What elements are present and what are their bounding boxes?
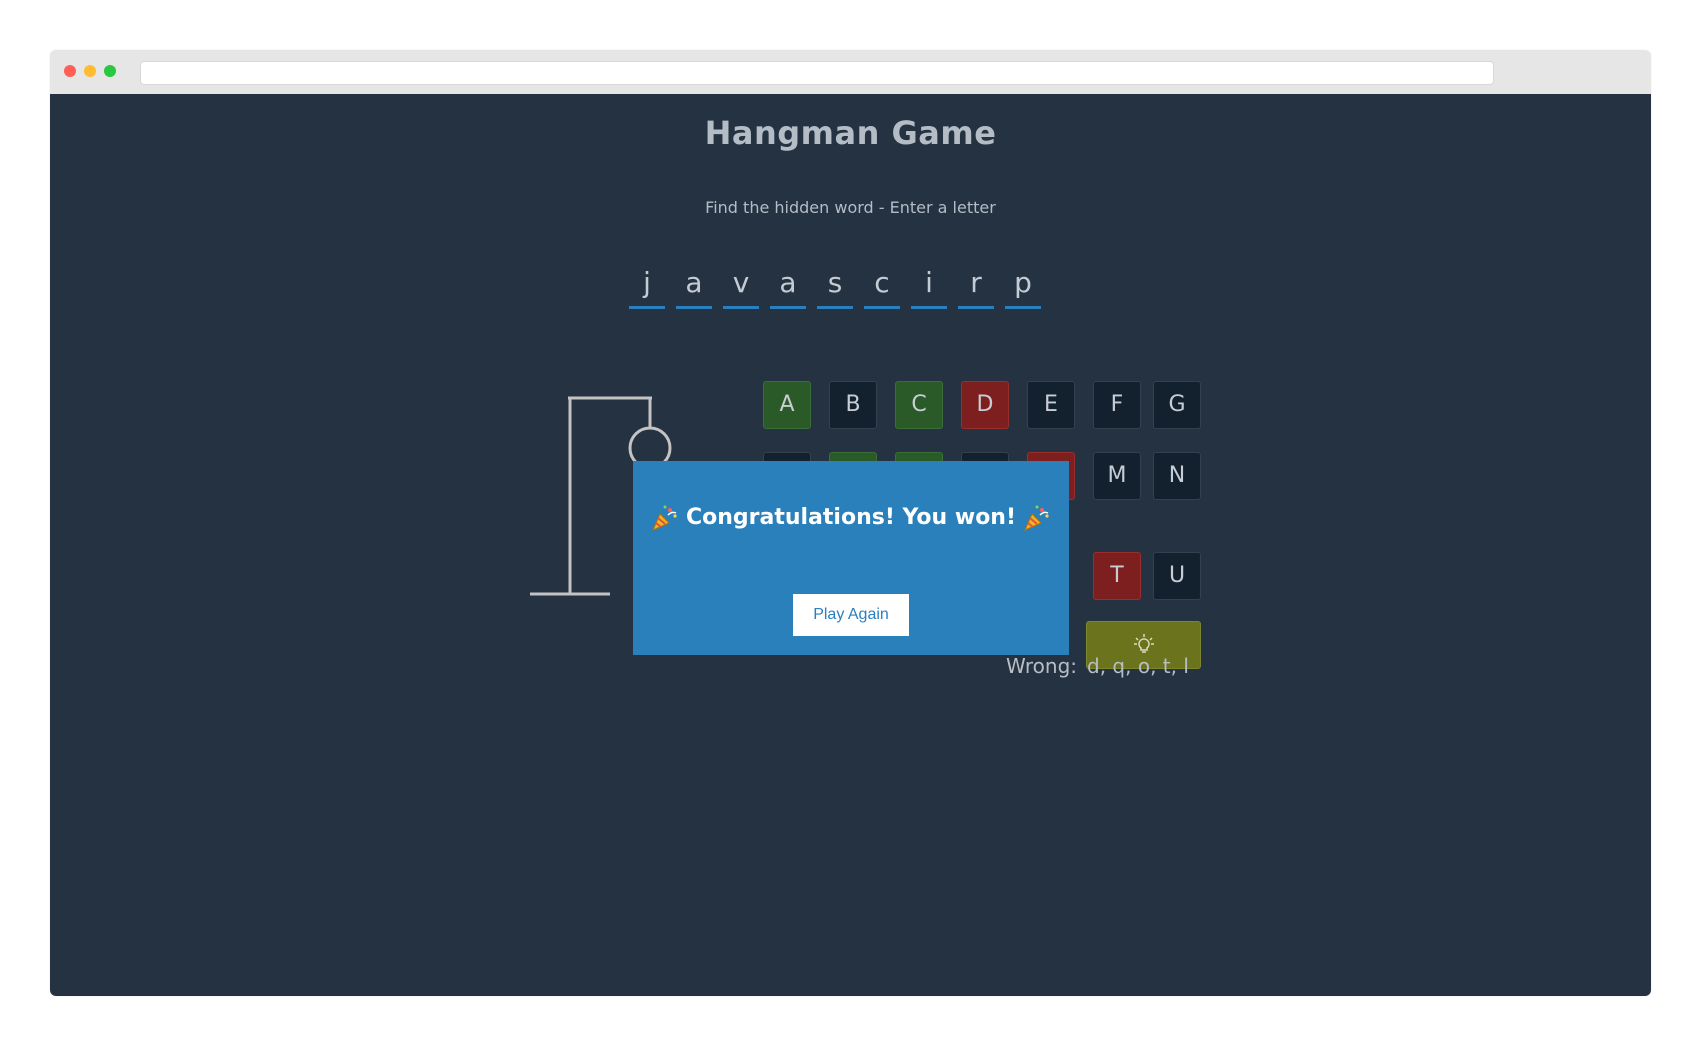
win-modal: Congratulations! You won! Play Again [633, 461, 1069, 655]
key-f[interactable]: F [1093, 381, 1141, 429]
key-m[interactable]: M [1093, 452, 1141, 500]
page-subtitle: Find the hidden word - Enter a letter [705, 198, 996, 217]
key-t[interactable]: T [1093, 552, 1141, 600]
word-letter: c [864, 260, 900, 309]
word-letter: j [629, 260, 665, 309]
key-n[interactable]: N [1153, 452, 1201, 500]
key-c[interactable]: C [895, 381, 943, 429]
word-letter: p [1005, 260, 1041, 309]
play-again-button[interactable]: Play Again [793, 594, 909, 636]
wrong-letters: Wrong: d, q, o, t, l [1006, 654, 1189, 678]
browser-window: Hangman Game Find the hidden word - Ente… [50, 50, 1651, 996]
word-letter: i [911, 260, 947, 309]
lightbulb-icon [1133, 634, 1154, 653]
word-letter: s [817, 260, 853, 309]
wrong-letters-value: d, q, o, t, l [1087, 654, 1189, 678]
game-page: Hangman Game Find the hidden word - Ente… [50, 94, 1651, 996]
address-bar[interactable] [140, 61, 1494, 85]
word-letter: a [676, 260, 712, 309]
win-message: Congratulations! You won! [633, 503, 1069, 533]
maximize-window-icon[interactable] [104, 65, 116, 77]
page-title: Hangman Game [704, 114, 997, 152]
word-letter: r [958, 260, 994, 309]
key-b[interactable]: B [829, 381, 877, 429]
close-window-icon[interactable] [64, 65, 76, 77]
party-popper-icon [1024, 505, 1049, 531]
word-letter: a [770, 260, 806, 309]
wrong-label: Wrong: [1006, 654, 1078, 678]
minimize-window-icon[interactable] [84, 65, 96, 77]
key-u[interactable]: U [1153, 552, 1201, 600]
win-message-text: Congratulations! You won! [685, 505, 1017, 530]
key-g[interactable]: G [1153, 381, 1201, 429]
key-e[interactable]: E [1027, 381, 1075, 429]
browser-titlebar [50, 50, 1651, 94]
word-letter: v [723, 260, 759, 309]
key-d[interactable]: D [961, 381, 1009, 429]
party-popper-icon [651, 505, 677, 531]
key-a[interactable]: A [763, 381, 811, 429]
